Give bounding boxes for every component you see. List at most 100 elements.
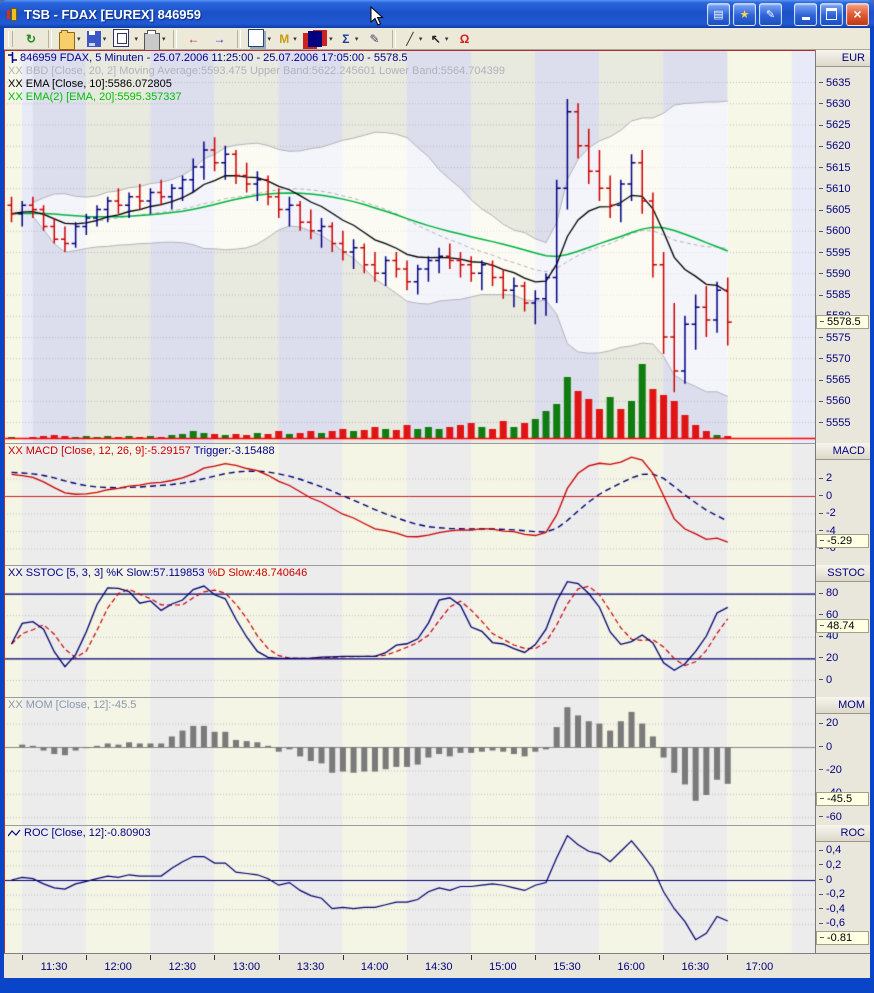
- draw-line-button[interactable]: ╱▾: [401, 29, 425, 49]
- edit-button[interactable]: ✎: [759, 3, 782, 26]
- time-axis-label: 13:00: [233, 961, 261, 973]
- candlestick-button[interactable]: ▾: [301, 29, 335, 49]
- magnet-button[interactable]: Ω: [453, 29, 477, 49]
- price-axis-tick: 5575: [819, 331, 850, 344]
- toolbar-separator: [237, 30, 241, 48]
- maximize-button[interactable]: [820, 3, 843, 26]
- roc-axis-header: ROC: [816, 825, 870, 842]
- price-axis-tick: 5565: [819, 374, 850, 387]
- dropdown-arrow-icon[interactable]: ▾: [135, 35, 139, 43]
- back-icon: ←: [187, 31, 201, 47]
- chart-type-icon: M: [277, 31, 291, 47]
- sstoc-axis[interactable]: SSTOC80604020048.74: [815, 565, 870, 697]
- chart-type-button[interactable]: M▾: [275, 29, 299, 49]
- dropdown-arrow-icon[interactable]: ▾: [419, 35, 423, 43]
- dropdown-arrow-icon[interactable]: ▾: [329, 35, 333, 43]
- price-axis[interactable]: EUR5635563056255620561556105605560055955…: [815, 50, 870, 443]
- forward-icon: →: [213, 31, 227, 47]
- time-axis-tick: [727, 955, 728, 960]
- mom-last-value: -45.5: [816, 792, 869, 806]
- price-panel: 846959 FDAX, 5 Minuten - 25.07.2006 11:2…: [4, 50, 870, 443]
- pointer-button[interactable]: ↖▾: [427, 29, 451, 49]
- indicators-button[interactable]: Σ▾: [337, 29, 361, 49]
- mom-axis[interactable]: MOM200-20-40-60-45.5: [815, 697, 870, 825]
- roc-axis-tick: 0: [819, 873, 832, 886]
- toolbar-separator: [48, 30, 52, 48]
- time-axis-tick: [535, 955, 536, 960]
- time-axis-label: 14:00: [361, 961, 389, 973]
- candlestick-icon: [308, 31, 322, 47]
- draw-line-icon: ╱: [403, 31, 417, 47]
- dropdown-arrow-icon[interactable]: ▾: [293, 35, 297, 43]
- price-axis-tick: 5555: [819, 416, 850, 429]
- edit-page-button[interactable]: ✎: [363, 29, 387, 49]
- back-button[interactable]: ←: [182, 29, 206, 49]
- roc-axis-tick: -0,6: [819, 917, 845, 930]
- forward-button[interactable]: →: [208, 29, 232, 49]
- price-axis-tick: 5635: [819, 76, 850, 89]
- title-bar[interactable]: TSB - FDAX [EUREX] 846959 ▤★✎×: [0, 0, 874, 28]
- dropdown-arrow-icon[interactable]: ▾: [162, 35, 166, 43]
- macd-legend-value: XX MACD [Close, 12, 26, 9]:-5.29157: [8, 445, 191, 457]
- mom-axis-tick: -60: [819, 810, 842, 823]
- roc-chart-canvas[interactable]: [4, 826, 815, 953]
- time-axis-label: 14:30: [425, 961, 453, 973]
- edit-icon: ✎: [766, 8, 775, 21]
- refresh-button[interactable]: ↻: [19, 29, 43, 49]
- price-chart-canvas[interactable]: [4, 50, 815, 443]
- open-button[interactable]: ▾: [57, 29, 83, 49]
- dropdown-arrow-icon[interactable]: ▾: [355, 35, 359, 43]
- price-axis-tick: 5620: [819, 140, 850, 153]
- time-axis-label: 16:30: [682, 961, 710, 973]
- bbd-legend: XX BBD [Close, 20, 2] Moving Average:559…: [8, 65, 505, 77]
- time-axis-tick: [214, 955, 215, 960]
- open-icon: [59, 32, 75, 50]
- mom-chart-canvas[interactable]: [4, 698, 815, 825]
- dropdown-arrow-icon[interactable]: ▾: [103, 35, 107, 43]
- print-button[interactable]: ▾: [142, 29, 168, 49]
- price-axis-tick: 5600: [819, 225, 850, 238]
- dropdown-arrow-icon[interactable]: ▾: [445, 35, 449, 43]
- toolbar-grip[interactable]: [8, 31, 13, 47]
- time-axis-tick: [407, 955, 408, 960]
- roc-legend-text: ROC [Close, 12]:-0.80903: [24, 827, 151, 839]
- sstoc-chart-canvas[interactable]: [4, 566, 815, 697]
- print-icon: [144, 33, 160, 51]
- price-axis-tick: 5630: [819, 97, 850, 110]
- dropdown-arrow-icon[interactable]: ▾: [77, 35, 81, 43]
- ema-legend: XX EMA [Close, 10]:5586.072805: [8, 78, 172, 90]
- pages-button[interactable]: ▾: [246, 29, 274, 49]
- macd-axis-header: MACD: [816, 443, 870, 460]
- close-button[interactable]: ×: [846, 3, 869, 26]
- macd-axis-tick: -2: [819, 507, 836, 520]
- minimize-button[interactable]: [794, 3, 817, 26]
- sstoc-legend-k: XX SSTOC [5, 3, 3] %K Slow:57.119853: [8, 567, 204, 579]
- sstoc-last-value: 48.74: [816, 619, 869, 633]
- time-axis-label: 13:30: [297, 961, 325, 973]
- time-axis-tick: [22, 955, 23, 960]
- price-axis-tick: 5625: [819, 119, 850, 132]
- dropdown-arrow-icon[interactable]: ▾: [268, 35, 272, 43]
- copy-button[interactable]: ▾: [111, 29, 141, 49]
- sstoc-legend: XX SSTOC [5, 3, 3] %K Slow:57.119853 %D …: [8, 567, 307, 579]
- pages-icon: [248, 29, 264, 47]
- chart-title-line: 846959 FDAX, 5 Minuten - 25.07.2006 11:2…: [8, 52, 408, 64]
- roc-axis[interactable]: ROC0,40,20-0,2-0,4-0,6-0.81: [815, 825, 870, 953]
- macd-chart-canvas[interactable]: [4, 444, 815, 565]
- macd-legend-trigger: Trigger:-3.15488: [194, 445, 275, 457]
- favorites-button[interactable]: ★: [733, 3, 756, 26]
- roc-line-icon: [8, 829, 21, 838]
- copy-icon: [113, 29, 129, 47]
- refresh-icon: ↻: [24, 31, 38, 47]
- ema2-legend: XX EMA(2) [EMA, 20]:5595.357337: [8, 91, 182, 103]
- macd-axis-tick: 0: [819, 489, 832, 502]
- macd-legend: XX MACD [Close, 12, 26, 9]:-5.29157 Trig…: [8, 445, 275, 457]
- time-axis-label: 12:30: [168, 961, 196, 973]
- time-axis[interactable]: 11:3012:0012:3013:0013:3014:0014:3015:00…: [4, 953, 870, 978]
- panels-button[interactable]: ▤: [707, 3, 730, 26]
- time-axis-label: 15:00: [489, 961, 517, 973]
- macd-axis[interactable]: MACD20-2-4-6-5.29: [815, 443, 870, 565]
- save-button[interactable]: ▾: [85, 29, 109, 49]
- time-axis-tick: [599, 955, 600, 960]
- indicators-icon: Σ: [339, 31, 353, 47]
